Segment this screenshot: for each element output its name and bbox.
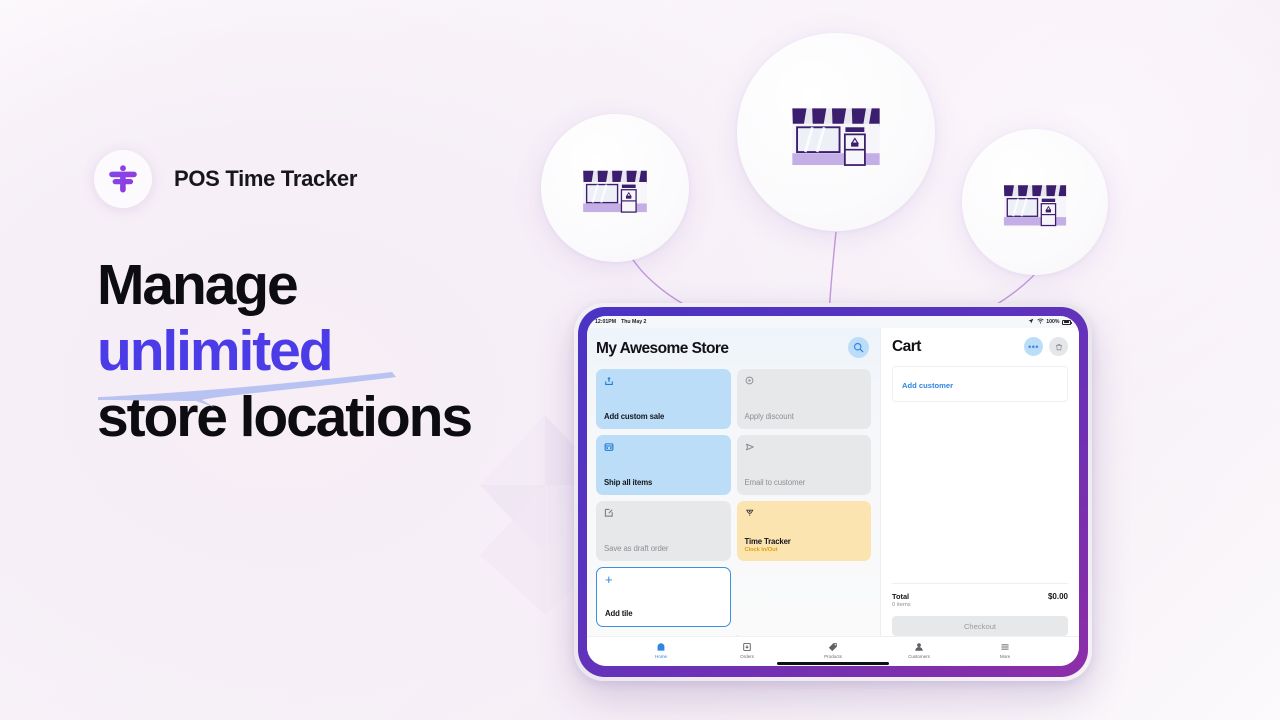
tile-label: Email to customer (744, 478, 806, 487)
nav-label: Customers (908, 653, 930, 659)
nav-label: Products (824, 653, 842, 659)
status-time: 12:01PM (595, 319, 617, 325)
discount-icon (745, 376, 864, 388)
page-headline: Manage unlimited store locations (97, 252, 617, 450)
tablet-device: 12:01PM Thu May 2 100% My Awesome Store (574, 303, 1092, 681)
plus-icon: + (605, 572, 613, 587)
storefront-illustration (792, 108, 880, 166)
brand-lockup: POS Time Tracker (94, 150, 357, 208)
cart-title: Cart (892, 337, 921, 355)
time-tracker-icon (745, 508, 864, 520)
checkout-button[interactable]: Checkout (892, 616, 1068, 636)
headline-line-1: Manage (97, 253, 299, 317)
cart-totals: Total 0 items $0.00 Checkout (892, 583, 1068, 636)
tile-ship-all-items[interactable]: Ship all items (596, 435, 731, 495)
storefront-illustration (583, 170, 647, 213)
tile-email-to-customer[interactable]: Email to customer (736, 435, 871, 495)
cart-header: Cart ••• (892, 337, 1068, 356)
nav-item-products[interactable]: Products (809, 642, 857, 659)
battery-icon (1062, 319, 1072, 325)
storefront-illustration (1003, 185, 1067, 227)
products-tag-icon (828, 642, 838, 652)
nav-item-customers[interactable]: Customers (895, 642, 943, 659)
total-row: Total 0 items $0.00 (892, 592, 1068, 608)
customers-icon (914, 642, 924, 652)
nav-item-home[interactable]: Home (637, 642, 685, 659)
tablet-bezel: 12:01PM Thu May 2 100% My Awesome Store (578, 307, 1088, 677)
cart-pane: Cart ••• Add customer Total 0 items $0.0… (880, 328, 1079, 636)
storefront-circle-right (962, 129, 1108, 275)
tile-label: Ship all items (604, 478, 653, 487)
nav-item-orders[interactable]: Orders (723, 642, 771, 659)
storefront-circle-center (737, 33, 935, 231)
edit-icon (604, 508, 723, 520)
tile-apply-discount[interactable]: Apply discount (736, 369, 871, 429)
battery-percent: 100% (1046, 319, 1060, 325)
page-title: My Awesome Store (596, 340, 729, 357)
tile-label: Add custom sale (604, 412, 665, 421)
tile-label: Apply discount (744, 412, 794, 421)
tile-sublabel: Clock In/Out (744, 547, 778, 553)
orders-icon (742, 642, 752, 652)
tile-grid: Add custom sale Apply discount Ship all … (596, 369, 871, 627)
search-button[interactable] (848, 337, 869, 358)
add-customer-row[interactable]: Add customer (892, 366, 1068, 402)
status-bar: 12:01PM Thu May 2 100% (587, 316, 1079, 328)
tile-save-as-draft-order[interactable]: Save as draft order (596, 501, 731, 561)
add-customer-link[interactable]: Add customer (902, 381, 953, 390)
store-title-row: My Awesome Store (596, 337, 871, 358)
trash-button[interactable] (1049, 337, 1068, 356)
storefront-circle-left (541, 114, 689, 262)
cart-items-empty-area (892, 402, 1068, 583)
bottom-nav: Home Orders Products Customers More (587, 636, 1079, 666)
search-icon (853, 342, 864, 353)
headline-line-2-accent: unlimited (97, 319, 334, 384)
nav-item-more[interactable]: More (981, 642, 1029, 659)
nav-label: Home (654, 653, 668, 659)
location-arrow-icon (1028, 318, 1034, 326)
home-indicator (777, 662, 889, 665)
total-label: Total (892, 592, 910, 601)
total-items-count: 0 items (892, 602, 911, 608)
nav-label: Orders (740, 653, 754, 659)
wifi-icon (1037, 318, 1044, 326)
status-date: Thu May 2 (621, 319, 647, 325)
more-menu-icon (1000, 642, 1010, 652)
tiles-pane: My Awesome Store Add custom sale Apply d… (587, 328, 880, 641)
box-icon (604, 442, 723, 454)
trash-icon (1055, 343, 1062, 350)
home-icon (656, 642, 666, 652)
tile-add-tile[interactable]: + Add tile (596, 567, 731, 627)
tile-add-custom-sale[interactable]: Add custom sale (596, 369, 731, 429)
nav-label: More (999, 653, 1011, 659)
brand-name: POS Time Tracker (174, 166, 358, 191)
tile-time-tracker[interactable]: Time Tracker Clock In/Out (736, 501, 871, 561)
send-icon (745, 442, 864, 454)
total-amount: $0.00 (1047, 592, 1068, 601)
more-options-button[interactable]: ••• (1024, 337, 1043, 356)
cart-actions: ••• (1024, 337, 1068, 356)
tablet-screen: 12:01PM Thu May 2 100% My Awesome Store (587, 316, 1079, 666)
upload-icon (604, 376, 723, 388)
headline-line-3: store locations (97, 385, 473, 450)
tile-label: Time Tracker (744, 537, 791, 546)
app-body: My Awesome Store Add custom sale Apply d… (587, 328, 1079, 641)
pos-time-tracker-logo-icon (94, 150, 152, 208)
tile-label: Save as draft order (604, 544, 669, 553)
tile-label: Add tile (605, 609, 633, 618)
